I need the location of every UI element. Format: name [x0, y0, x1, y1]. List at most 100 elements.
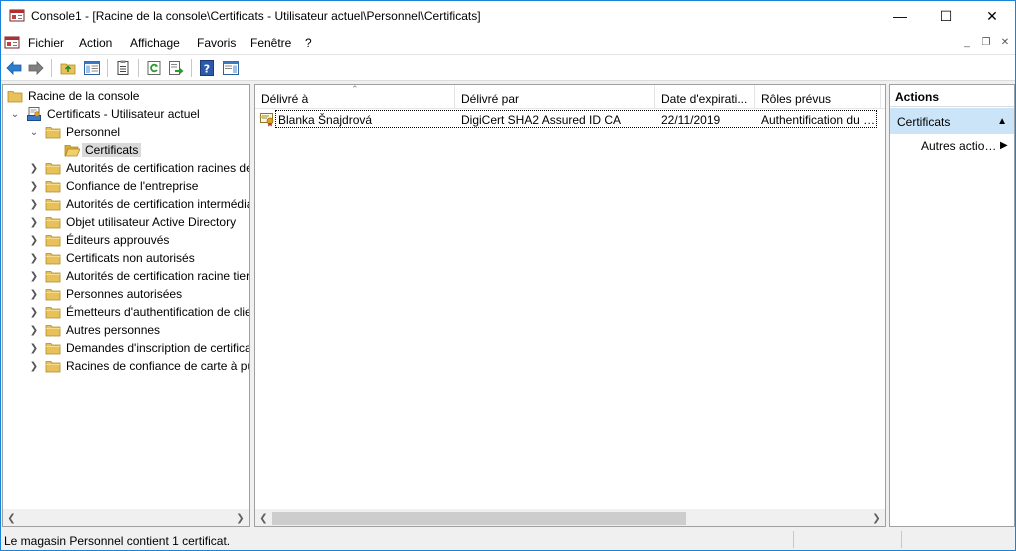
document-system-menu-icon[interactable] [4, 35, 20, 51]
refresh-button[interactable] [145, 59, 163, 77]
actions-pane: Actions Certificats ▲ Autres actions ▶ [889, 84, 1015, 527]
submenu-arrow-icon[interactable]: ▶ [1000, 140, 1008, 151]
mdi-restore-button[interactable]: ❐ [978, 34, 994, 50]
result-list-pane[interactable]: Délivré à ⌃ Délivré par Date d'expirati.… [254, 84, 886, 527]
menu-fichier[interactable]: Fichier [28, 36, 64, 50]
expand-right-icon[interactable]: ❯ [28, 269, 40, 283]
folder-icon [45, 232, 61, 248]
tree-node-store[interactable]: ❯ Autres personnes [3, 321, 249, 339]
expand-right-icon[interactable]: ❯ [28, 359, 40, 373]
column-header-issued-by[interactable]: Délivré par [455, 85, 655, 109]
mdi-minimize-button[interactable]: _ [959, 34, 975, 50]
menu-action[interactable]: Action [79, 36, 112, 50]
properties-icon [117, 60, 129, 75]
refresh-icon [147, 61, 161, 75]
toolbar-separator [191, 59, 192, 77]
forward-button[interactable] [27, 59, 45, 77]
folder-icon [45, 304, 61, 320]
tree-node-store[interactable]: ❯ Demandes d'inscription de certificat [3, 339, 249, 357]
tree-node-store[interactable]: ❯ Éditeurs approuvés [3, 231, 249, 249]
menu-favoris[interactable]: Favoris [197, 36, 236, 50]
scroll-right-button[interactable]: ❯ [232, 510, 249, 526]
tree-node-label: Autorités de certification intermédiaire… [66, 197, 249, 211]
tree-node-store[interactable]: ❯ Certificats non autorisés [3, 249, 249, 267]
expand-down-icon[interactable]: ⌄ [9, 107, 21, 121]
back-button[interactable] [5, 59, 23, 77]
more-actions-item[interactable]: Autres actions [921, 139, 997, 153]
close-icon: ✕ [986, 7, 998, 24]
tree-node-certificats-utilisateur[interactable]: ⌄ Certificats - Utilisateur actuel [3, 105, 249, 123]
maximize-button[interactable]: ☐ [923, 1, 969, 31]
folder-icon [45, 340, 61, 356]
tree-node-store[interactable]: ❯ Autorités de certification racine tierc… [3, 267, 249, 285]
menu-fenetre[interactable]: Fenêtre [250, 36, 291, 50]
column-header-issued-to[interactable]: Délivré à ⌃ [255, 85, 455, 109]
expand-right-icon[interactable]: ❯ [28, 323, 40, 337]
tree-node-store[interactable]: ❯ Autorités de certification racines de c… [3, 159, 249, 177]
tree-node-root[interactable]: Racine de la console [3, 87, 249, 105]
expand-down-icon[interactable]: ⌄ [28, 125, 40, 139]
expand-right-icon[interactable]: ❯ [28, 251, 40, 265]
close-button[interactable]: ✕ [969, 1, 1015, 31]
tree-node-store[interactable]: ❯ Objet utilisateur Active Directory [3, 213, 249, 231]
column-header-expiration[interactable]: Date d'expirati... [655, 85, 755, 109]
scroll-right-button[interactable]: ❯ [868, 510, 885, 526]
expand-right-icon[interactable]: ❯ [28, 341, 40, 355]
expand-right-icon[interactable]: ❯ [28, 179, 40, 193]
mdi-close-button[interactable]: ✕ [997, 34, 1013, 50]
toolbar-separator [107, 59, 108, 77]
minimize-button[interactable]: — [877, 1, 923, 31]
tree-horizontal-scrollbar[interactable]: ❮ ❯ [3, 509, 249, 526]
up-level-button[interactable] [59, 59, 77, 77]
tree-node-certificats[interactable]: Certificats [3, 141, 249, 159]
actions-section-certificats[interactable]: Certificats ▲ [890, 108, 1014, 134]
column-header-purposes[interactable]: Rôles prévus [755, 85, 881, 109]
scroll-left-button[interactable]: ❮ [255, 510, 272, 526]
menu-help[interactable]: ? [305, 36, 312, 50]
tree-node-store[interactable]: ❯ Racines de confiance de carte à puce [3, 357, 249, 375]
export-list-icon [169, 61, 184, 75]
expand-right-icon[interactable]: ❯ [28, 233, 40, 247]
table-row[interactable]: Blanka Šnajdrová DigiCert SHA2 Assured I… [255, 110, 885, 128]
minimize-icon: — [893, 8, 907, 24]
list-horizontal-scrollbar[interactable]: ❮ ❯ [255, 509, 885, 526]
expand-right-icon[interactable]: ❯ [28, 215, 40, 229]
tree-node-label: Certificats non autorisés [66, 251, 195, 265]
tree-node-store[interactable]: ❯ Confiance de l'entreprise [3, 177, 249, 195]
expand-right-icon[interactable]: ❯ [28, 161, 40, 175]
show-hide-tree-button[interactable] [83, 59, 101, 77]
menu-bar: Fichier Action Affichage Favoris Fenêtre… [1, 31, 1015, 54]
tree-node-store[interactable]: ❯ Autorités de certification intermédiair… [3, 195, 249, 213]
scroll-left-button[interactable]: ❮ [3, 510, 20, 526]
tree-node-label: Racine de la console [28, 89, 140, 103]
expand-right-icon[interactable]: ❯ [28, 287, 40, 301]
status-separator [901, 531, 902, 548]
tree-node-label: Certificats - Utilisateur actuel [47, 107, 200, 121]
tree-node-personnel[interactable]: ⌄ Personnel [3, 123, 249, 141]
tree-node-label: Autorités de certification racine tierce… [66, 269, 250, 283]
toolbar: ? [1, 54, 1015, 81]
forward-icon [28, 61, 44, 75]
window-title: Console1 - [Racine de la console\Certifi… [31, 9, 481, 23]
help-button[interactable]: ? [198, 59, 216, 77]
folder-icon [45, 160, 61, 176]
scrollbar-thumb[interactable] [272, 512, 686, 525]
tree-node-store[interactable]: ❯ Personnes autorisées [3, 285, 249, 303]
console-tree-pane[interactable]: Racine de la console ⌄ Certificats - Utili… [2, 84, 250, 527]
tree-node-label: Émetteurs d'authentification de client [66, 305, 250, 319]
column-label: Rôles prévus [761, 92, 832, 106]
tree-node-label: Éditeurs approuvés [66, 233, 170, 247]
properties-button[interactable] [114, 59, 132, 77]
mdi-restore-icon: ❐ [981, 36, 991, 48]
folder-icon [45, 178, 61, 194]
export-list-button[interactable] [167, 59, 185, 77]
tree-node-store[interactable]: ❯ Émetteurs d'authentification de client [3, 303, 249, 321]
expand-right-icon[interactable]: ❯ [28, 197, 40, 211]
title-bar[interactable]: Console1 - [Racine de la console\Certifi… [1, 1, 1015, 31]
collapse-up-icon[interactable]: ▲ [997, 116, 1007, 127]
menu-affichage[interactable]: Affichage [130, 36, 180, 50]
expand-right-icon[interactable]: ❯ [28, 305, 40, 319]
tree-node-label: Personnel [66, 125, 121, 139]
show-hide-action-pane-button[interactable] [222, 59, 240, 77]
chevron-right-icon: ❯ [236, 513, 245, 524]
